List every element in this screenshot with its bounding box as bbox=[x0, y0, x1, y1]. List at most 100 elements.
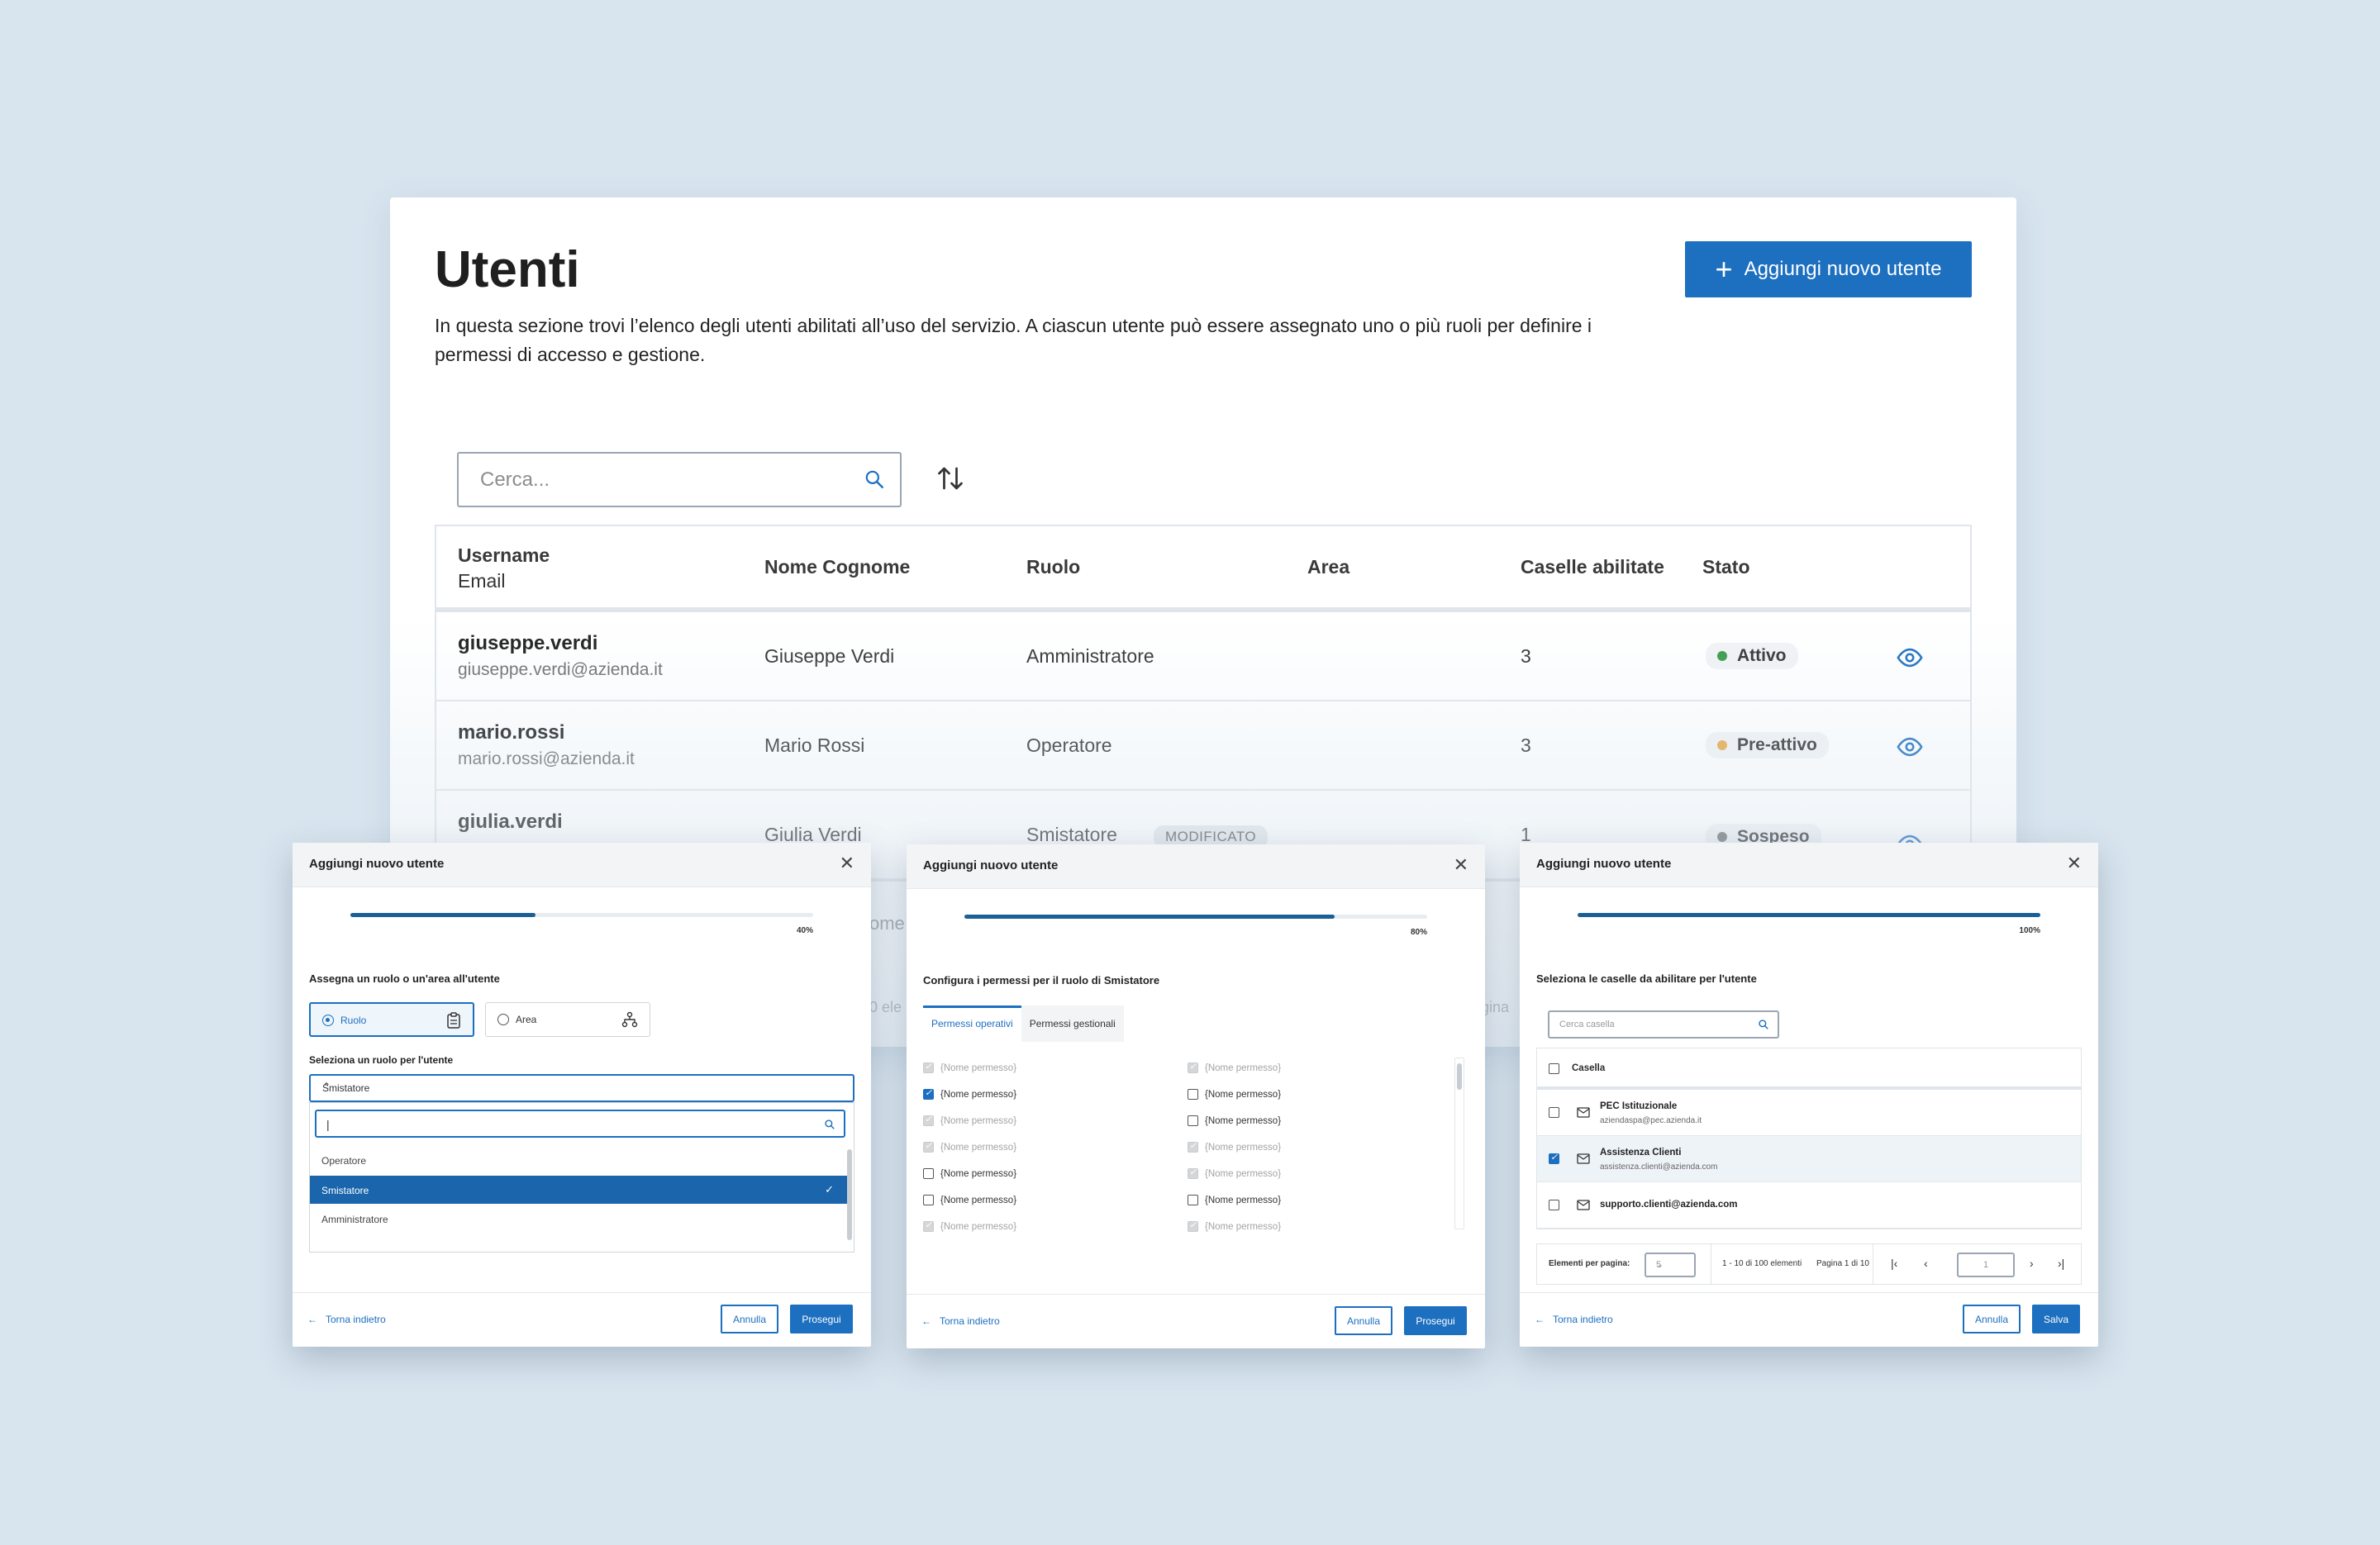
radio-unselected[interactable] bbox=[497, 1014, 509, 1025]
status-dot bbox=[1717, 832, 1727, 842]
add-user-button[interactable]: + Aggiungi nuovo utente bbox=[1685, 241, 1972, 297]
modal-title: Aggiungi nuovo utente bbox=[923, 858, 1059, 872]
progress-bar bbox=[1578, 913, 2040, 917]
dropdown-search-input[interactable]: | bbox=[315, 1110, 845, 1138]
search-icon[interactable] bbox=[1758, 1019, 1769, 1030]
mailbox-icon bbox=[1577, 1107, 1590, 1118]
cancel-button[interactable]: Annulla bbox=[1335, 1306, 1392, 1335]
per-page-select[interactable]: 5 ⌄ bbox=[1645, 1253, 1696, 1277]
cancel-button[interactable]: Annulla bbox=[1963, 1305, 2021, 1333]
mailbox-checkbox[interactable] bbox=[1549, 1200, 1559, 1210]
save-button[interactable]: Salva bbox=[2032, 1305, 2080, 1333]
dropdown-option[interactable]: Operatore bbox=[310, 1146, 847, 1174]
eye-icon[interactable] bbox=[1896, 644, 1924, 672]
header-area[interactable]: Area bbox=[1307, 556, 1349, 578]
role-select[interactable]: Smistatore ⌃ bbox=[309, 1074, 854, 1102]
permission-checkbox bbox=[1188, 1167, 1198, 1179]
close-icon[interactable]: ✕ bbox=[1454, 856, 1468, 874]
permission-item[interactable]: {Nome permesso} bbox=[1188, 1115, 1435, 1126]
tab-operational-permissions[interactable]: Permessi operativi bbox=[923, 1005, 1021, 1042]
permission-checkbox[interactable] bbox=[1188, 1115, 1198, 1126]
permission-label: {Nome permesso} bbox=[1205, 1089, 1282, 1100]
back-link[interactable]: ← Torna indietro bbox=[1535, 1314, 1613, 1325]
search-icon[interactable] bbox=[864, 468, 885, 490]
permission-checkbox[interactable] bbox=[923, 1087, 934, 1100]
header-role[interactable]: Ruolo bbox=[1026, 556, 1080, 578]
back-label: Torna indietro bbox=[326, 1314, 386, 1325]
permission-item: {Nome permesso} bbox=[1188, 1061, 1435, 1073]
status-badge: Pre-attivo bbox=[1706, 732, 1829, 758]
permission-checkbox[interactable] bbox=[923, 1168, 934, 1179]
mailbox-email: assistenza.clienti@azienda.com bbox=[1600, 1162, 1718, 1172]
check-icon: ✓ bbox=[825, 1183, 834, 1196]
table-row[interactable]: giuseppe.verdi giuseppe.verdi@azienda.it … bbox=[436, 612, 1970, 701]
page-description: In questa sezione trovi l’elenco degli u… bbox=[435, 315, 1592, 365]
progress-fill bbox=[1578, 913, 2040, 917]
permission-checkbox bbox=[923, 1140, 934, 1153]
mailbox-checkbox[interactable] bbox=[1549, 1152, 1559, 1164]
hierarchy-icon bbox=[621, 1011, 638, 1028]
permission-checkbox[interactable] bbox=[1188, 1089, 1198, 1100]
header-mailbox: Casella bbox=[1572, 1063, 1606, 1073]
mailbox-row[interactable]: Assistenza Clienti assistenza.clienti@azi… bbox=[1537, 1136, 2081, 1182]
next-page-icon[interactable]: › bbox=[2030, 1257, 2034, 1270]
mailbox-checkbox[interactable] bbox=[1549, 1107, 1559, 1118]
permission-item[interactable]: {Nome permesso} bbox=[1188, 1089, 1435, 1100]
next-button[interactable]: Prosegui bbox=[1404, 1306, 1467, 1335]
permission-checkbox[interactable] bbox=[923, 1195, 934, 1205]
table-row[interactable]: mario.rossi mario.rossi@azienda.it Mario … bbox=[436, 701, 1970, 791]
close-icon[interactable]: ✕ bbox=[840, 854, 854, 872]
row-username: giulia.verdi bbox=[458, 811, 563, 833]
mailbox-row[interactable]: supporto.clienti@azienda.com bbox=[1537, 1182, 2081, 1229]
option-area[interactable]: Area bbox=[485, 1002, 650, 1037]
arrow-left-icon: ← bbox=[1535, 1314, 1545, 1325]
sort-icon[interactable] bbox=[935, 464, 965, 493]
step-prompt: Assegna un ruolo o un'area all'utente bbox=[309, 972, 500, 985]
select-all-checkbox[interactable] bbox=[1549, 1063, 1559, 1074]
chevron-up-icon[interactable]: ⌃ bbox=[322, 1081, 843, 1092]
page-input[interactable]: 1 bbox=[1957, 1253, 2015, 1277]
first-page-icon[interactable]: |‹ bbox=[1891, 1257, 1897, 1270]
progress-bar bbox=[350, 913, 813, 917]
dropdown-option[interactable]: Amministratore bbox=[310, 1205, 847, 1233]
status-label: Pre-attivo bbox=[1737, 735, 1817, 754]
header-name[interactable]: Nome Cognome bbox=[764, 556, 910, 578]
modal-header: Aggiungi nuovo utente ✕ bbox=[907, 844, 1485, 889]
permission-checkbox bbox=[1188, 1061, 1198, 1073]
header-username[interactable]: Username Email bbox=[458, 544, 550, 592]
next-button[interactable]: Prosegui bbox=[790, 1305, 853, 1333]
mailbox-icon bbox=[1577, 1153, 1590, 1164]
mailbox-row[interactable]: PEC Istituzionale aziendaspa@pec.azienda.… bbox=[1537, 1090, 2081, 1136]
arrow-left-icon: ← bbox=[921, 1315, 931, 1327]
pagination: Elementi per pagina: 5 ⌄ 1 - 10 di 100 el… bbox=[1536, 1243, 2082, 1285]
modal-footer: ← Torna indietro Annulla Prosegui bbox=[907, 1294, 1485, 1348]
search-input[interactable] bbox=[480, 454, 844, 506]
permission-item[interactable]: {Nome permesso} bbox=[923, 1087, 1171, 1100]
eye-icon[interactable] bbox=[1896, 733, 1924, 761]
close-icon[interactable]: ✕ bbox=[2067, 854, 2082, 872]
last-page-icon[interactable]: ›| bbox=[2058, 1257, 2064, 1270]
row-role: Amministratore bbox=[1026, 644, 1154, 667]
permission-checkbox[interactable] bbox=[1188, 1195, 1198, 1205]
mailbox-search-input[interactable]: Cerca casella bbox=[1548, 1010, 1779, 1039]
permission-item[interactable]: {Nome permesso} bbox=[923, 1168, 1171, 1179]
back-link[interactable]: ← Torna indietro bbox=[921, 1315, 1000, 1327]
permission-item[interactable]: {Nome permesso} bbox=[1188, 1195, 1435, 1205]
header-mailboxes[interactable]: Caselle abilitate bbox=[1521, 556, 1664, 578]
back-link[interactable]: ← Torna indietro bbox=[307, 1314, 386, 1325]
search-box bbox=[457, 452, 902, 507]
tab-management-permissions[interactable]: Permessi gestionali bbox=[1021, 1005, 1124, 1042]
cancel-button[interactable]: Annulla bbox=[721, 1305, 778, 1333]
prev-page-icon[interactable]: ‹ bbox=[1924, 1257, 1928, 1270]
scrollbar[interactable] bbox=[1454, 1058, 1464, 1229]
header-status[interactable]: Stato bbox=[1702, 556, 1750, 578]
option-role[interactable]: Ruolo bbox=[309, 1002, 474, 1037]
option-label: Smistatore bbox=[321, 1185, 369, 1196]
permission-item[interactable]: {Nome permesso} bbox=[923, 1195, 1171, 1205]
add-user-modal-step-permissions: Aggiungi nuovo utente ✕ 80% Configura i … bbox=[907, 844, 1485, 1348]
row-email: giuseppe.verdi@azienda.it bbox=[458, 660, 663, 679]
dropdown-option-selected[interactable]: Smistatore ✓ bbox=[310, 1176, 847, 1204]
radio-selected[interactable] bbox=[322, 1015, 334, 1026]
scrollbar-thumb[interactable] bbox=[1457, 1063, 1462, 1090]
scrollbar[interactable] bbox=[847, 1149, 852, 1240]
